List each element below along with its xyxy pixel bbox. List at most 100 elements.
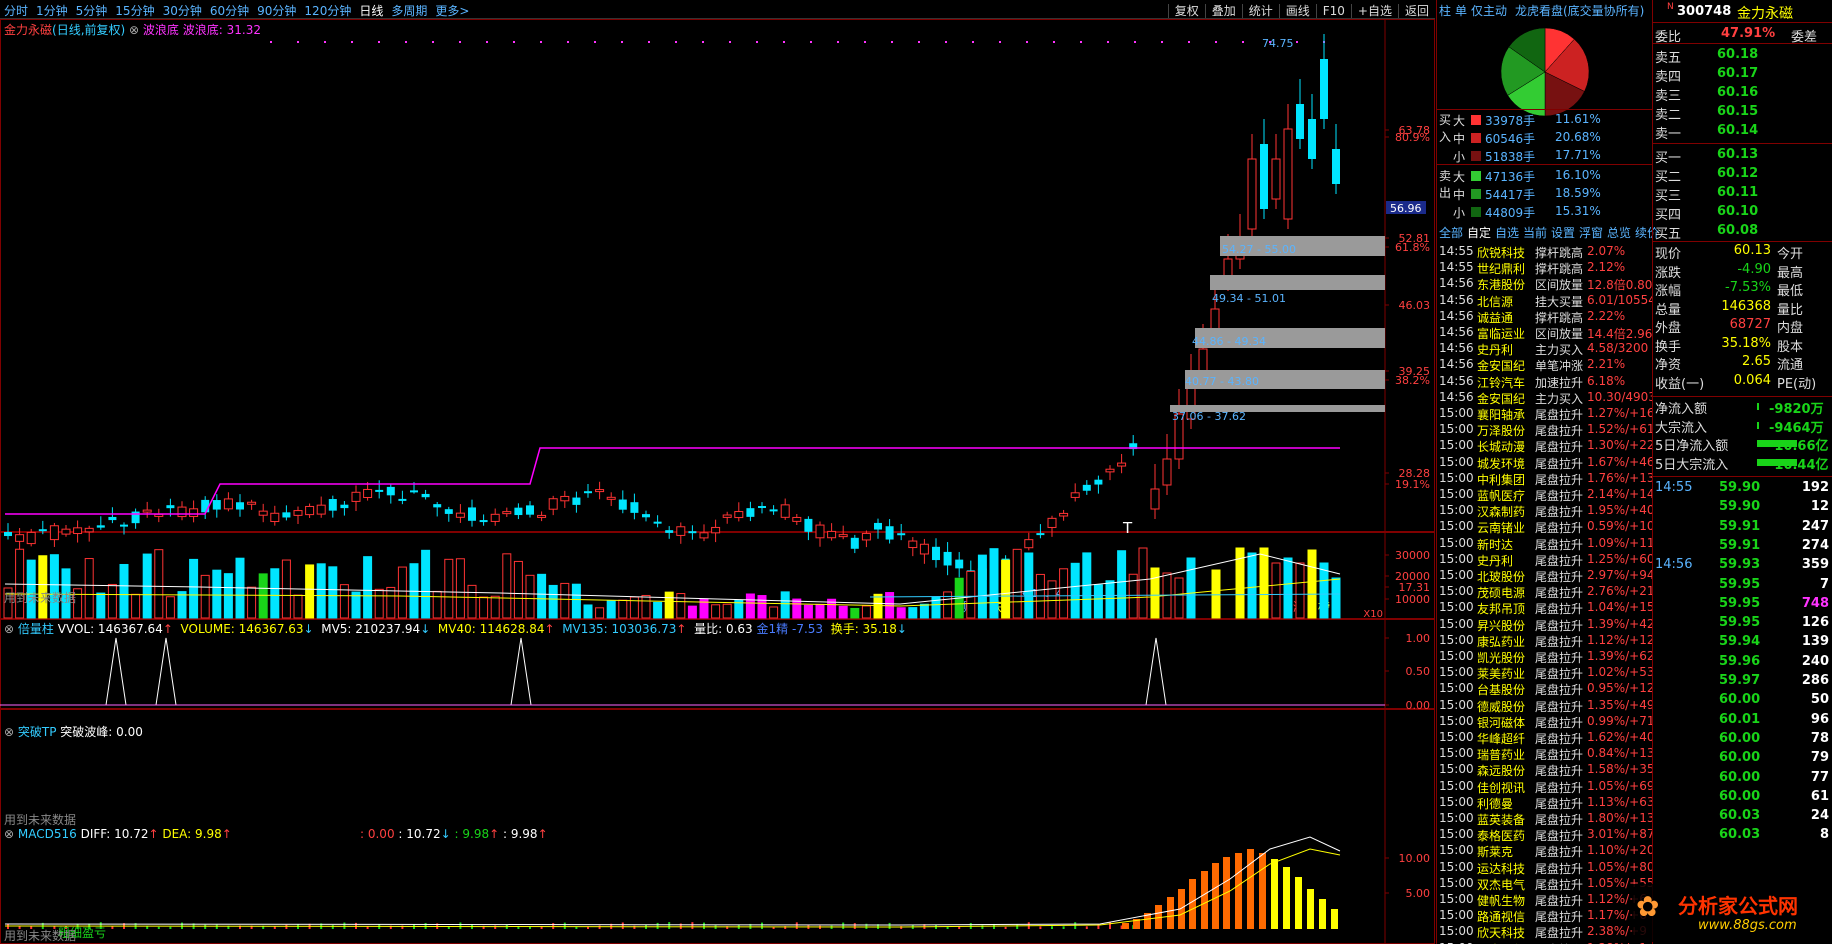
news-row[interactable]: 15:00茂硕电源尾盘拉升2.76%/+2115 bbox=[1437, 584, 1653, 600]
period-tab[interactable]: 120分钟 bbox=[304, 4, 351, 18]
news-row[interactable]: 15:00史丹利 尾盘拉升1.25%/+6063 bbox=[1437, 552, 1653, 568]
news-row[interactable]: 15:00佳创视讯尾盘拉升1.05%/+692 bbox=[1437, 779, 1653, 795]
news-row[interactable]: 15:00运达科技尾盘拉升1.05%/+808 bbox=[1437, 860, 1653, 876]
volume-indicator-name[interactable]: 倍量柱 bbox=[18, 622, 54, 636]
toolbar-button[interactable]: F10 bbox=[1315, 4, 1351, 18]
news-tab[interactable]: 设置 bbox=[1551, 224, 1575, 241]
period-tab[interactable]: 60分钟 bbox=[210, 4, 249, 18]
news-row[interactable]: 15:00银河磁体尾盘拉升0.99%/+7136 bbox=[1437, 714, 1653, 730]
book-row[interactable]: 卖一 60.14 bbox=[1653, 121, 1832, 142]
news-row[interactable]: 15:00万泽股份尾盘拉升1.52%/+617 bbox=[1437, 422, 1653, 438]
book-row[interactable]: 卖五 60.18 bbox=[1653, 45, 1832, 66]
period-tab[interactable]: 1分钟 bbox=[36, 4, 68, 18]
news-tab[interactable]: 自选 bbox=[1495, 224, 1519, 241]
period-tab[interactable]: 15分钟 bbox=[115, 4, 154, 18]
news-row[interactable]: 15:00凯光股份尾盘拉升1.39%/+628 bbox=[1437, 649, 1653, 665]
book-row[interactable]: 卖二 60.15 bbox=[1653, 102, 1832, 123]
macd-indicator-name[interactable]: MACD516 bbox=[18, 827, 77, 841]
news-row[interactable]: 14:56东港股份区间放量12.8倍0.80% bbox=[1437, 276, 1653, 292]
news-row[interactable]: 15:00莱美药业尾盘拉升1.02%/+5369 bbox=[1437, 665, 1653, 681]
news-row[interactable]: 15:00蓝帆医疗尾盘拉升2.14%/+1488 bbox=[1437, 487, 1653, 503]
news-row[interactable]: 15:00新时达 尾盘拉升1.09%/+1125 bbox=[1437, 536, 1653, 552]
tp-indicator-name[interactable]: 突破TP bbox=[18, 725, 57, 739]
settings-gear-icon[interactable]: ⊗ bbox=[4, 622, 14, 636]
news-row[interactable]: 15:00汉森制药尾盘拉升1.95%/+4040 bbox=[1437, 503, 1653, 519]
book-row[interactable]: 买四 60.10 bbox=[1653, 202, 1832, 223]
news-tab[interactable]: 当前 bbox=[1523, 224, 1547, 241]
news-tab[interactable]: 全部 bbox=[1439, 224, 1463, 241]
news-row[interactable]: 15:00蓝英装备尾盘拉升1.80%/+1329 bbox=[1437, 811, 1653, 827]
news-row[interactable]: 14:55 欣锐科技 撑杆跳高 2.07% bbox=[1437, 244, 1653, 260]
book-row[interactable]: 买一 60.13 bbox=[1653, 145, 1832, 166]
news-row[interactable]: 15:00长城动漫尾盘拉升1.30%/+2220 bbox=[1437, 438, 1653, 454]
period-tab[interactable]: 多周期 bbox=[391, 4, 427, 18]
settings-gear-icon[interactable]: ⊗ bbox=[4, 827, 14, 841]
news-row[interactable]: 15:00友邦吊顶尾盘拉升1.04%/+151 bbox=[1437, 600, 1653, 616]
news-row[interactable]: 14:56 金安国纪 单笔冲涨 2.21% bbox=[1437, 357, 1653, 373]
book-row[interactable]: 买二 60.12 bbox=[1653, 164, 1832, 185]
flow-tab[interactable]: 龙虎看盘(底交量协所有) bbox=[1515, 2, 1644, 19]
news-row[interactable]: 15:00北玻股份尾盘拉升2.97%/+9458 bbox=[1437, 568, 1653, 584]
news-row[interactable]: 15:00 利德曼 尾盘拉升 1.13%/+63 bbox=[1437, 795, 1653, 811]
toolbar-button[interactable]: 返回 bbox=[1397, 4, 1435, 18]
flow-tab[interactable]: 单 bbox=[1455, 2, 1467, 19]
book-row[interactable]: 卖四 60.17 bbox=[1653, 64, 1832, 85]
news-row[interactable]: 15:00襄阳轴承尾盘拉升1.27%/+1615 bbox=[1437, 406, 1653, 422]
news-row[interactable]: 14:56 北信源 挂大买量 6.01/10554 bbox=[1437, 293, 1653, 309]
tick-volume: 61 bbox=[1810, 788, 1829, 804]
kline-chart-svg[interactable]: 63.7880.9%52.8161.8%46.0339.2538.2%28.28… bbox=[0, 19, 1435, 944]
period-tab[interactable]: 5分钟 bbox=[76, 4, 108, 18]
flow-tab[interactable]: 柱 bbox=[1439, 2, 1451, 19]
news-row[interactable]: 14:56 金安国纪 主力买入 10.30/4903 bbox=[1437, 390, 1653, 406]
period-tab[interactable]: 更多> bbox=[435, 4, 469, 18]
news-row[interactable]: 15:00城发环境尾盘拉升1.67%/+4686 bbox=[1437, 455, 1653, 471]
book-row[interactable]: 买三 60.11 bbox=[1653, 183, 1832, 204]
news-row[interactable]: 15:00斯莱克 尾盘拉升1.10%/+2002 bbox=[1437, 843, 1653, 859]
news-row[interactable]: 15:00森远股份尾盘拉升1.58%/+3531 bbox=[1437, 762, 1653, 778]
period-tab[interactable]: 30分钟 bbox=[163, 4, 202, 18]
toolbar-button[interactable]: 叠加 bbox=[1204, 4, 1242, 18]
settings-gear-icon[interactable]: ⊗ bbox=[129, 23, 139, 37]
book-row[interactable]: 卖三 60.16 bbox=[1653, 83, 1832, 104]
news-row[interactable]: 15:00中利集团尾盘拉升1.76%/+1359 bbox=[1437, 471, 1653, 487]
news-row[interactable]: 14:56 江铃汽车 加速拉升 6.18% bbox=[1437, 374, 1653, 390]
news-tab[interactable]: 总览 bbox=[1607, 224, 1631, 241]
news-row[interactable]: 15:00泰格医药尾盘拉升3.01%/+8796 bbox=[1437, 827, 1653, 843]
news-row[interactable]: 14:56 史丹利 主力买入 4.58/3200 bbox=[1437, 341, 1653, 357]
news-tab[interactable]: 浮窗 bbox=[1579, 224, 1603, 241]
toolbar-button[interactable]: 统计 bbox=[1241, 4, 1279, 18]
toolbar-button[interactable]: 复权 bbox=[1167, 4, 1205, 18]
book-row[interactable]: 买五 60.08 bbox=[1653, 221, 1832, 242]
period-tab[interactable]: 分时 bbox=[4, 4, 28, 18]
toolbar-button[interactable]: 画线 bbox=[1278, 4, 1316, 18]
news-row[interactable]: 15:00康弘药业尾盘拉升1.12%/+1208 bbox=[1437, 633, 1653, 649]
news-row[interactable]: 15:00沿申股份尾盘拉升1.28%/+1 bbox=[1437, 941, 1653, 944]
news-row[interactable]: 14:55 世纪鼎利 撑杆跳高 2.12% bbox=[1437, 260, 1653, 276]
news-row[interactable]: 14:56富临运业区间放量14.4倍2.96% bbox=[1437, 325, 1653, 341]
news-row[interactable]: 15:00双杰电气尾盘拉升1.05%/+5575 bbox=[1437, 876, 1653, 892]
news-tab[interactable]: 自定 bbox=[1467, 224, 1491, 241]
news-row[interactable]: 15:00 健帆生物 尾盘拉升 1.12%/+6 bbox=[1437, 892, 1653, 908]
settings-gear-icon[interactable]: ⊗ bbox=[4, 725, 14, 739]
indicator-name[interactable]: 波浪底 bbox=[143, 23, 179, 37]
period-label[interactable]: (日线,前复权) bbox=[52, 23, 125, 37]
news-row[interactable]: 14:56 诚益通 撑杆跳高 2.22% bbox=[1437, 309, 1653, 325]
volume-bar bbox=[212, 569, 222, 619]
volume-bar bbox=[490, 595, 500, 619]
period-tab[interactable]: 日线 bbox=[359, 4, 383, 18]
news-row[interactable]: 15:00 欣天科技 尾盘拉升 2.38%/+9 bbox=[1437, 924, 1653, 940]
book-price: 60.18 bbox=[1717, 47, 1759, 62]
news-row[interactable]: 15:00 路通视信 尾盘拉升 1.17%/+6 bbox=[1437, 908, 1653, 924]
news-row[interactable]: 15:00云南锗业尾盘拉升0.59%/+1006 bbox=[1437, 519, 1653, 535]
news-row[interactable]: 15:00瑞普药业尾盘拉升0.84%/+1325 bbox=[1437, 746, 1653, 762]
flow-tab[interactable]: 仅主动 bbox=[1471, 2, 1507, 19]
stat-row: 涨幅 -7.53% 最低 bbox=[1653, 280, 1832, 299]
news-row[interactable]: 15:00华峰超纤尾盘拉升1.62%/+4000 bbox=[1437, 730, 1653, 746]
toolbar-button[interactable]: +自选 bbox=[1350, 4, 1398, 18]
news-row[interactable]: 15:00德威股份尾盘拉升1.35%/+490 bbox=[1437, 698, 1653, 714]
period-tab[interactable]: 90分钟 bbox=[257, 4, 296, 18]
signal-dot bbox=[1107, 41, 1109, 43]
news-event: 主力买入 bbox=[1535, 343, 1584, 358]
news-row[interactable]: 15:00昇兴股份尾盘拉升1.39%/+423 bbox=[1437, 617, 1653, 633]
news-row[interactable]: 15:00台基股份尾盘拉升0.95%/+1250 bbox=[1437, 681, 1653, 697]
